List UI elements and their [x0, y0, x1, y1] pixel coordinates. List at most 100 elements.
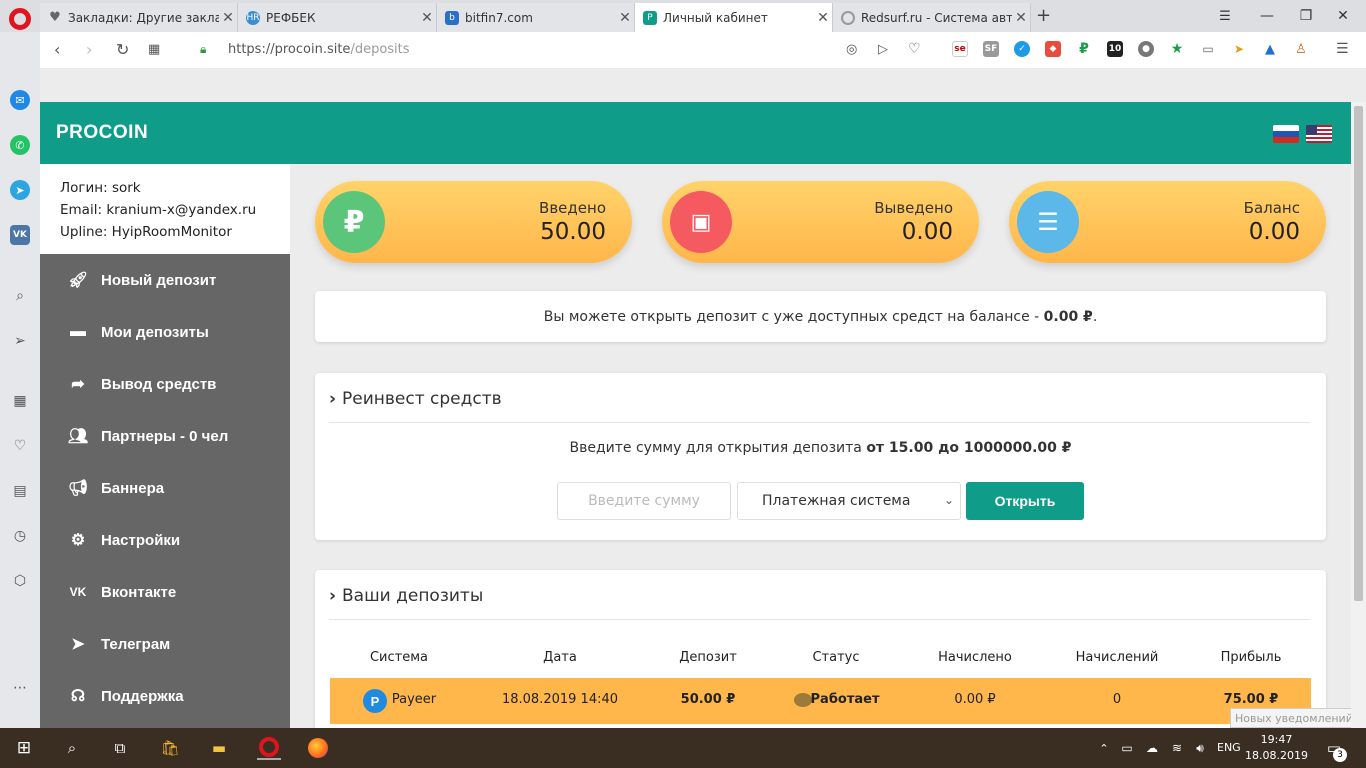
triangle-extension-icon[interactable]: ▲ — [1262, 41, 1278, 57]
menu-vkontakte[interactable]: VK Вконтакте — [40, 566, 290, 618]
menu-support[interactable]: ☊ Поддержка — [40, 670, 290, 722]
more-dots-icon[interactable]: ⋯ — [10, 678, 30, 698]
opera-logo-icon[interactable] — [9, 8, 31, 30]
check-extension-icon[interactable]: ✓ — [1014, 41, 1030, 57]
menu-banners[interactable]: 📢︎ Баннера — [40, 462, 290, 514]
close-icon[interactable]: ✕ — [219, 10, 237, 26]
menu-my-deposits[interactable]: ▬ Мои депозиты — [40, 306, 290, 358]
back-icon[interactable]: ‹ — [54, 40, 60, 59]
cube-extension-icon[interactable]: ◆ — [1045, 41, 1061, 57]
reinvest-hint: Введите сумму для открытия депозита от 1… — [569, 440, 1072, 456]
cloud-icon[interactable]: ☁ — [1140, 736, 1164, 760]
bookmarks-heart-icon[interactable]: ♡ — [10, 436, 30, 456]
whatsapp-icon[interactable]: ✆ — [10, 135, 30, 155]
left-menu: 🚀︎ Новый депозит ▬ Мои депозиты ➦ Вывод сре… — [40, 254, 290, 728]
col-system: Система — [369, 650, 429, 665]
share-arrow-icon: ➦ — [71, 376, 85, 393]
deposits-icon: ▬ — [70, 323, 86, 340]
stat-balance: ☰ Баланс 0.00 — [1009, 181, 1326, 263]
redsurf-icon — [841, 10, 855, 25]
tab-bitfin[interactable]: b bitfin7.com ✕ — [437, 3, 635, 32]
close-icon[interactable]: ✕ — [1012, 10, 1030, 26]
amount-input[interactable] — [557, 482, 731, 520]
close-icon[interactable]: ✕ — [418, 10, 436, 26]
deposits-title[interactable]: › Ваши депозиты — [329, 586, 483, 606]
share-icon[interactable]: ▷ — [878, 42, 888, 57]
window-close-button[interactable]: ✕ — [1320, 4, 1366, 28]
bookmark-heart-icon[interactable]: ♡ — [908, 41, 921, 57]
payment-system-select[interactable]: Платежная система ⌄ — [737, 482, 961, 520]
telegram-sidebar-icon[interactable]: ➤ — [10, 180, 30, 200]
bitfin-icon: b — [445, 10, 459, 25]
opera-taskbar-icon[interactable] — [257, 736, 281, 760]
brand-logo[interactable]: PROCOIN — [56, 122, 148, 144]
notifications-tooltip[interactable]: Новых уведомлений: 3 — [1230, 708, 1366, 728]
tab-cabinet[interactable]: P Личный кабинет ✕ — [635, 3, 833, 32]
search-icon[interactable]: ⌕ — [10, 286, 30, 306]
reinvest-card: › Реинвест средств Введите сумму для откр… — [315, 373, 1326, 540]
wifi-icon[interactable]: ≋ — [1165, 736, 1189, 760]
menu-withdraw[interactable]: ➦ Вывод средств — [40, 358, 290, 410]
news-icon[interactable]: ▤ — [10, 481, 30, 501]
speed-dial-grid-icon[interactable]: ▦ — [148, 42, 160, 57]
history-clock-icon[interactable]: ◷ — [10, 526, 30, 546]
close-icon[interactable]: ✕ — [814, 10, 832, 26]
menu-new-deposit[interactable]: 🚀︎ Новый депозит — [40, 254, 290, 306]
address-bar: ‹ › ↻ ▦ 🔒︎ https://procoin.site/deposits… — [40, 32, 1366, 68]
us-flag-icon[interactable] — [1306, 125, 1332, 143]
page-scrollbar[interactable] — [1351, 102, 1366, 728]
sf-extension-icon[interactable]: SF — [983, 41, 999, 57]
monitor-extension-icon[interactable]: ▭ — [1200, 41, 1216, 57]
file-explorer-icon[interactable]: ▬ — [207, 736, 231, 760]
email-row: Email: kranium-x@yandex.ru — [60, 202, 257, 218]
battery-icon[interactable]: ▭ — [1115, 736, 1139, 760]
headset-icon: ☊ — [70, 688, 86, 705]
globe-extension-icon[interactable]: ● — [1138, 41, 1154, 57]
tab-redsurf[interactable]: Redsurf.ru - Система автоматического сер… — [833, 3, 1031, 32]
vk-sidebar-icon[interactable]: VK — [10, 225, 30, 245]
close-icon[interactable]: ✕ — [616, 10, 634, 26]
search-taskbar-icon[interactable]: ⌕ — [60, 736, 84, 760]
firefox-icon[interactable] — [306, 736, 330, 760]
windows-start-icon[interactable]: ⊞ — [12, 736, 36, 760]
clock[interactable]: 19:47 18.08.2019 — [1245, 732, 1308, 764]
se-extension-icon[interactable]: se — [952, 41, 968, 57]
reload-icon[interactable]: ↻ — [116, 40, 129, 59]
easy-setup-icon[interactable]: ☰ — [1336, 41, 1349, 57]
tab-menu-icon[interactable]: ☰ — [1202, 4, 1248, 28]
divider — [329, 422, 1310, 423]
scrollbar-thumb[interactable] — [1354, 106, 1363, 601]
menu-telegram[interactable]: ➤ Телеграм — [40, 618, 290, 670]
star-extension-icon[interactable]: ★ — [1169, 41, 1185, 57]
col-profit: Прибыль — [1220, 650, 1282, 665]
extensions-cube-icon[interactable]: ⬡ — [10, 571, 30, 591]
language-indicator[interactable]: ENG — [1217, 741, 1241, 754]
url-field[interactable]: https://procoin.site/deposits — [228, 42, 410, 57]
chevron-up-icon[interactable]: ⌃ — [1092, 736, 1116, 760]
new-tab-button[interactable]: + — [1036, 5, 1051, 26]
browser-tab-strip: ♥ Закладки: Другие закладки ✕ HR РЕФБЕК … — [0, 0, 1366, 32]
camera-icon[interactable]: ◎ — [846, 42, 857, 57]
users-icon: 👥︎ — [67, 428, 89, 445]
person-extension-icon[interactable]: ♙ — [1293, 41, 1309, 57]
coins-icon: ☰ — [1017, 191, 1079, 253]
tag-extension-icon[interactable]: ➤ — [1231, 41, 1247, 57]
ruble-extension-icon[interactable]: ₽ — [1076, 41, 1092, 57]
speed-dial-icon[interactable]: ▦ — [10, 391, 30, 411]
open-deposit-button[interactable]: Открыть — [966, 482, 1084, 520]
forward-icon[interactable]: › — [86, 40, 92, 59]
volume-icon[interactable]: 🔊︎ — [1188, 736, 1212, 760]
stat-deposited: ₽ Введено 50.00 — [315, 181, 632, 263]
tab-bookmarks[interactable]: ♥ Закладки: Другие закладки ✕ — [40, 3, 238, 32]
counter-extension-icon[interactable]: 10 — [1107, 41, 1123, 57]
upline-row: Upline: HyipRoomMonitor — [60, 224, 232, 240]
menu-partners[interactable]: 👥︎ Партнеры - 0 чел — [40, 410, 290, 462]
menu-settings[interactable]: ⚙ Настройки — [40, 514, 290, 566]
store-icon[interactable]: 🛍︎ — [158, 736, 182, 760]
task-view-icon[interactable]: ⧉ — [108, 736, 132, 760]
tab-refbek[interactable]: HR РЕФБЕК ✕ — [238, 3, 437, 32]
ru-flag-icon[interactable] — [1273, 125, 1299, 143]
reinvest-title[interactable]: › Реинвест средств — [329, 389, 502, 409]
send-icon[interactable]: ➢ — [10, 331, 30, 351]
messenger-icon[interactable]: ✉ — [10, 90, 30, 110]
